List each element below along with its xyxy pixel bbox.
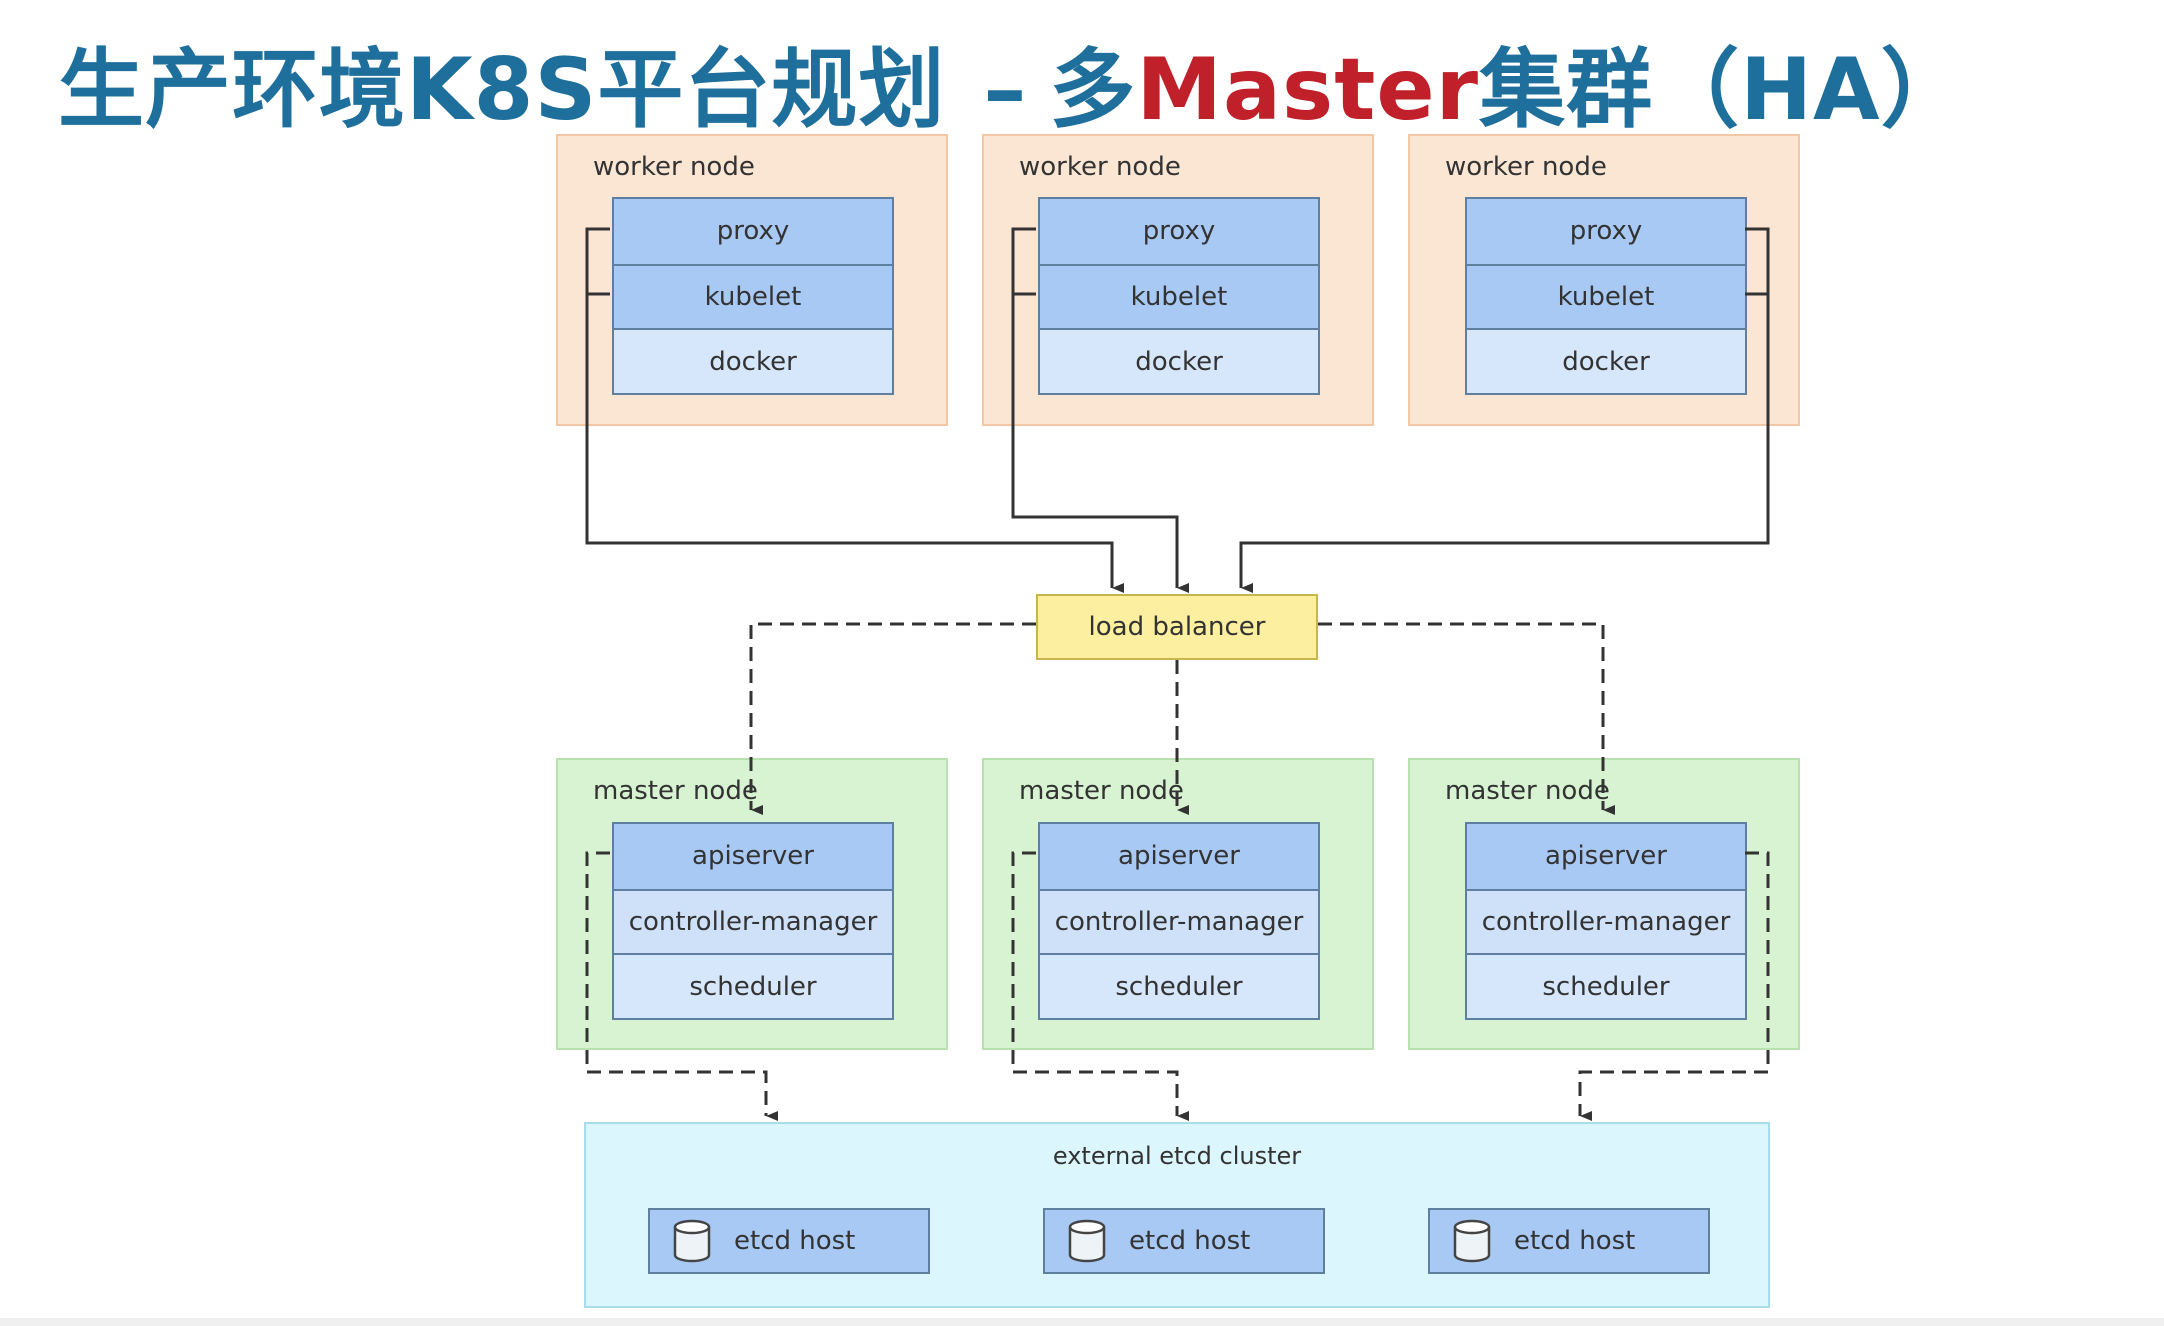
lb-to-master-1 <box>749 622 1036 815</box>
master-1-to-etcd <box>585 851 778 1121</box>
bottom-divider <box>0 1318 2164 1326</box>
master-3-to-etcd <box>1578 851 1770 1121</box>
connector-lines <box>585 227 1770 1121</box>
worker-3-connector <box>1239 227 1770 593</box>
worker-1-connector <box>585 227 1124 593</box>
worker-2-connector <box>1011 227 1189 593</box>
lb-to-master-3 <box>1318 622 1615 815</box>
master-2-to-etcd <box>1011 851 1189 1121</box>
